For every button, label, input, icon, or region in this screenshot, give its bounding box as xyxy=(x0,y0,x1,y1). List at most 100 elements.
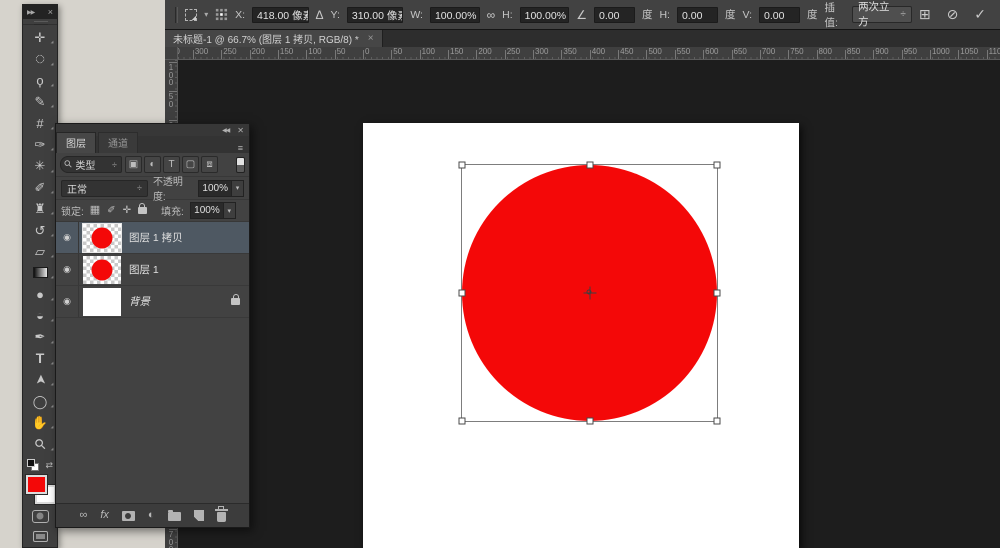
reference-point-locator[interactable] xyxy=(215,7,228,22)
ellipse-tool[interactable]: ◯ xyxy=(23,390,57,411)
transform-handle-e[interactable] xyxy=(714,290,721,297)
lock-position-icon[interactable]: ✛ xyxy=(123,206,131,216)
new-adjustment-layer-icon[interactable]: ◐ xyxy=(148,510,155,521)
visibility-eye-icon[interactable]: ◉ xyxy=(63,296,71,307)
filter-smart-objects-icon[interactable]: ⧈ xyxy=(201,156,218,173)
path-selection-tool[interactable]: ➤ xyxy=(23,369,57,390)
lock-pixels-icon[interactable]: ✐ xyxy=(107,206,115,216)
maintain-aspect-ratio-icon[interactable]: ∞ xyxy=(487,8,496,22)
filter-adjustment-layers-icon[interactable]: ◐ xyxy=(144,156,161,173)
layer-row[interactable]: ◉图层 1 拷贝 xyxy=(56,222,249,254)
panel-collapse-icon[interactable]: ◀◀ xyxy=(222,127,229,134)
transform-bounding-box[interactable] xyxy=(461,164,718,422)
crop-tool[interactable]: # xyxy=(23,112,57,133)
transform-handle-ne[interactable] xyxy=(714,162,721,169)
type-tool[interactable]: T xyxy=(23,348,57,369)
tools-collapse-icon[interactable]: ▶▶ xyxy=(27,9,34,16)
opacity-arrow-icon[interactable]: ▾ xyxy=(232,180,244,197)
layer-row[interactable]: ◉图层 1 xyxy=(56,254,249,286)
layer-row[interactable]: ◉背景 xyxy=(56,286,249,318)
transform-handle-sw[interactable] xyxy=(459,418,466,425)
horizontal-ruler[interactable]: 3503002502001501005005010015020025030035… xyxy=(178,47,1000,60)
filter-shape-layers-icon[interactable]: ▢ xyxy=(182,156,199,173)
add-layer-mask-icon[interactable] xyxy=(122,511,135,521)
panel-menu-icon[interactable]: ≡ xyxy=(238,143,249,153)
warp-mode-icon[interactable]: ⊞ xyxy=(919,6,931,23)
fill-control[interactable]: 100% ▾ xyxy=(190,202,236,219)
filter-type-layers-icon[interactable]: T xyxy=(163,156,180,173)
options-bar: ▾ X: 418.00 像素 Δ Y: 310.00 像素 W: 100.00%… xyxy=(165,0,1000,30)
h-skew-input[interactable]: 0.00 xyxy=(677,7,718,23)
quick-mask-button[interactable] xyxy=(32,510,49,523)
delete-layer-icon[interactable] xyxy=(217,512,226,522)
quick-selection-tool[interactable]: ✎ xyxy=(23,91,57,112)
transform-handle-s[interactable] xyxy=(586,418,593,425)
options-bar-grip[interactable] xyxy=(175,7,178,23)
opacity-control[interactable]: 100% ▾ xyxy=(198,180,244,197)
default-colors-icon[interactable] xyxy=(27,459,39,471)
pen-tool[interactable]: ✒ xyxy=(23,326,57,347)
new-layer-icon[interactable] xyxy=(194,510,204,521)
ruler-corner[interactable] xyxy=(165,47,178,60)
path-selection-tool-icon: ➤ xyxy=(34,374,47,385)
elliptical-marquee-tool[interactable]: ◌ xyxy=(23,48,57,69)
lock-transparent-icon[interactable]: ▦ xyxy=(90,205,100,216)
brush-tool[interactable]: ✐ xyxy=(23,177,57,198)
lock-all-icon[interactable] xyxy=(138,207,147,214)
panel-close-icon[interactable]: ✕ xyxy=(237,126,244,135)
spot-healing-brush-tool[interactable]: ✳ xyxy=(23,155,57,176)
foreground-color-swatch[interactable] xyxy=(26,475,47,494)
v-skew-input[interactable]: 0.00 xyxy=(759,7,800,23)
history-brush-tool[interactable]: ↺ xyxy=(23,219,57,240)
fill-arrow-icon[interactable]: ▾ xyxy=(224,202,236,219)
hand-tool[interactable]: ✋ xyxy=(23,412,57,433)
document-canvas[interactable] xyxy=(363,123,799,548)
interpolation-select[interactable]: 两次立方 ÷ xyxy=(852,6,912,23)
rotate-input[interactable]: 0.00 xyxy=(594,7,635,23)
document-tab-bar: 未标题-1 @ 66.7% (图层 1 拷贝, RGB/8) * × xyxy=(165,30,1000,47)
visibility-eye-icon[interactable]: ◉ xyxy=(63,232,71,243)
transform-handle-w[interactable] xyxy=(459,290,466,297)
tab-channels[interactable]: 通道 xyxy=(98,132,138,153)
filter-pixel-layers-icon[interactable]: ▣ xyxy=(125,156,142,173)
blur-tool[interactable]: ● xyxy=(23,283,57,304)
new-group-icon[interactable] xyxy=(168,512,181,521)
cancel-transform-icon[interactable]: ⊘ xyxy=(947,6,959,23)
relative-position-icon[interactable]: Δ xyxy=(316,8,324,22)
link-layers-icon[interactable]: ∞ xyxy=(79,510,87,521)
tool-preset-arrow-icon[interactable]: ▾ xyxy=(204,10,208,19)
dodge-tool-icon: ◒ xyxy=(36,309,44,322)
transform-handle-n[interactable] xyxy=(586,162,593,169)
screen-mode-button[interactable] xyxy=(33,531,48,542)
layer-effects-icon[interactable]: fx xyxy=(100,510,109,521)
lasso-tool[interactable]: ϙ xyxy=(23,70,57,91)
clone-stamp-tool[interactable]: ♜ xyxy=(23,198,57,219)
transform-handle-nw[interactable] xyxy=(459,162,466,169)
commit-transform-icon[interactable]: ✓ xyxy=(974,6,986,23)
dodge-tool[interactable]: ◒ xyxy=(23,305,57,326)
y-input[interactable]: 310.00 像素 xyxy=(347,7,403,23)
blend-mode-select[interactable]: 正常 ÷ xyxy=(61,180,148,197)
tools-close-icon[interactable]: × xyxy=(48,7,53,17)
swap-colors-icon[interactable]: ⇄ xyxy=(45,460,53,471)
move-tool[interactable]: ✛ xyxy=(23,27,57,48)
tab-layers[interactable]: 图层 xyxy=(56,132,96,153)
tools-panel-header[interactable]: ▶▶ × xyxy=(23,5,57,19)
width-input[interactable]: 100.00% xyxy=(430,7,480,23)
gradient-tool[interactable] xyxy=(23,262,57,283)
filter-type-select[interactable]: ⚲ 类型 ÷ xyxy=(60,156,122,173)
document-tab[interactable]: 未标题-1 @ 66.7% (图层 1 拷贝, RGB/8) * × xyxy=(165,30,383,47)
visibility-eye-icon[interactable]: ◉ xyxy=(63,264,71,275)
height-input[interactable]: 100.00% xyxy=(520,7,570,23)
fill-value[interactable]: 100% xyxy=(190,202,224,219)
x-input[interactable]: 418.00 像素 xyxy=(252,7,308,23)
opacity-value[interactable]: 100% xyxy=(198,180,232,197)
tools-drag-grip[interactable] xyxy=(23,19,57,25)
transform-reference-point[interactable] xyxy=(583,287,596,300)
tab-close-icon[interactable]: × xyxy=(368,33,374,44)
filter-toggle[interactable] xyxy=(236,157,245,173)
zoom-tool[interactable]: ⚲ xyxy=(23,433,57,454)
eraser-tool[interactable]: ▱ xyxy=(23,241,57,262)
eyedropper-tool[interactable]: ✑ xyxy=(23,134,57,155)
transform-handle-se[interactable] xyxy=(714,418,721,425)
